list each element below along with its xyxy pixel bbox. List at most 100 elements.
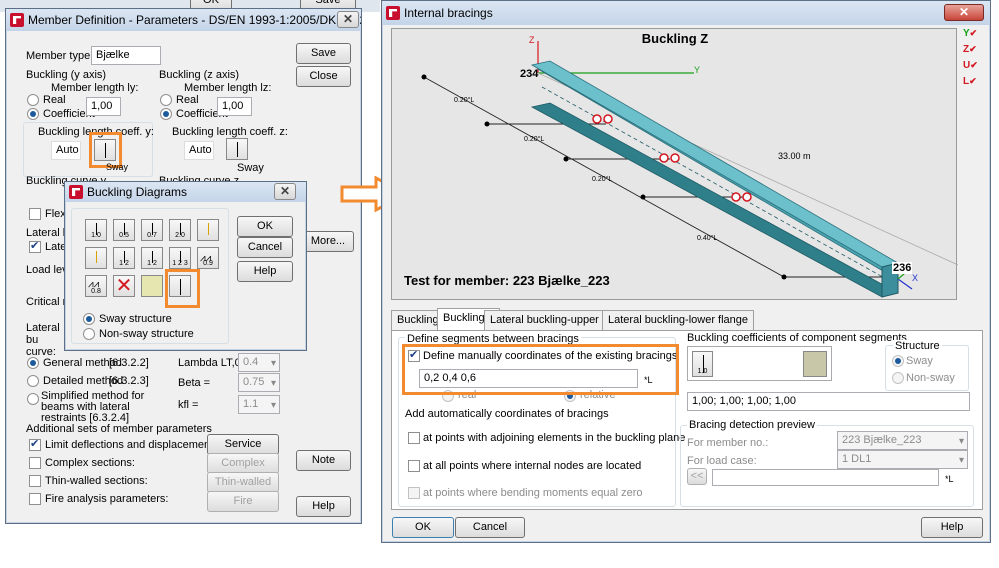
axis-y-label: Y [694,65,701,75]
view-l-icon[interactable]: L✔ [963,76,981,92]
fire-button[interactable]: Fire [207,491,279,512]
diagram-cantilever-icon[interactable] [197,219,219,241]
diagram-2seg-b-icon[interactable]: 1 2 [141,247,163,269]
beam-drawing [421,41,958,298]
auto-moment-zero-checkbox[interactable] [408,487,420,499]
close-icon[interactable]: ✕ [337,11,359,28]
tab-strip: Buckling Y Buckling Z Lateral buckling-u… [391,308,983,330]
detailed-method-radio[interactable] [27,375,39,387]
node-dot-5 [781,274,787,280]
real-z-label: Real [176,94,199,106]
help-button[interactable]: Help [296,496,351,517]
bracings-ok-button[interactable]: OK [392,517,454,538]
buckling-diagrams-titlebar: Buckling Diagrams [65,182,306,202]
view-z-icon[interactable]: Z✔ [963,44,981,60]
bracings-cancel-button[interactable]: Cancel [455,517,525,538]
preview-field[interactable] [712,469,939,486]
coeff-bracing-icon[interactable] [803,351,827,377]
service-button[interactable]: Service [207,434,279,455]
lambda-combo[interactable]: 0.4 [238,353,280,372]
member-length-z-label: Member length lz: [184,82,272,94]
diagram-bracing-icon[interactable] [141,275,163,297]
diagrams-help-button[interactable]: Help [237,261,293,282]
view-y-icon[interactable]: Y✔ [963,28,981,44]
sway-z-label: Sway [237,162,264,174]
note-button[interactable]: Note [296,450,351,471]
save-button[interactable]: Save [296,43,351,64]
view-u-icon[interactable]: U✔ [963,60,981,76]
beta-label: Beta = [178,377,211,389]
diagram-2seg-icon[interactable]: 1 2 [113,247,135,269]
beta-combo[interactable]: 0.75 [238,373,280,392]
tab-lateral-lower[interactable]: Lateral buckling-lower flange [602,310,755,330]
buckling-diagrams-title: Buckling Diagrams [87,185,188,199]
diagram-0-7-icon[interactable]: 0.7 [141,219,163,241]
buckling-z-title: Buckling (z axis) [159,69,240,81]
structure-title: Structure [893,340,942,352]
diagrams-cancel-button[interactable]: Cancel [237,237,293,258]
diagrams-ok-button[interactable]: OK [237,216,293,237]
node-dot-2 [484,121,490,127]
blc-z-auto-field[interactable]: Auto [184,141,214,160]
bracings-help-button[interactable]: Help [921,517,983,538]
auto-adjoining-checkbox[interactable] [408,432,420,444]
complex-sections-checkbox[interactable] [29,457,41,469]
non-sway-structure-label: Non-sway structure [99,328,194,340]
complex-button[interactable]: Complex [207,453,279,474]
highlight-user-diagram [165,269,200,308]
diagram-free-icon[interactable] [85,247,107,269]
coeff-z-field[interactable]: 1,00 [217,97,252,116]
seg-label-1: 0.20°L [454,97,475,104]
auto-internal-nodes-checkbox[interactable] [408,460,420,472]
seg-label-3: 0.20°L [592,176,613,183]
diagram-wave-0-8-icon[interactable]: 0.8 ⩘⩘ [85,275,107,297]
unit-l2-label: *L [945,474,954,484]
diagram-0-5-icon[interactable]: 0.5 [113,219,135,241]
blc-y-auto-field[interactable]: Auto [51,141,81,160]
diagram-2-0-icon[interactable]: 2.0 [169,219,191,241]
real-y-label: Real [43,94,66,106]
close-button[interactable]: Close [296,66,351,87]
sway-structure-radio[interactable] [83,313,95,325]
real-z-radio[interactable] [160,94,172,106]
length-label: 33.00 m [778,151,811,161]
general-method-radio[interactable] [27,357,39,369]
simplified-method-radio[interactable] [27,393,39,405]
non-sway-structure-radio[interactable] [83,328,95,340]
limit-deflections-checkbox[interactable] [29,437,41,451]
thin-walled-button[interactable]: Thin-walled [207,472,279,493]
close-icon[interactable]: ✕ [274,183,296,200]
diagram-none-icon[interactable]: ✕ [113,275,135,297]
diagram-3seg-icon[interactable]: 1 2 3 [169,247,191,269]
buckling-diagram-z-icon[interactable] [226,138,248,160]
detection-title: Bracing detection preview [687,419,817,431]
auto-internal-nodes-label: at all points where internal nodes are l… [423,460,642,472]
real-y-radio[interactable] [27,94,39,106]
prev-button[interactable]: << [687,468,707,485]
highlight-coordinates [402,344,679,395]
fire-analysis-label: Fire analysis parameters: [45,493,169,505]
coeff-segment-icon[interactable]: 1.0 [692,351,713,377]
coefficient-z-radio[interactable] [160,108,172,120]
diagram-1-0-icon[interactable]: 1.0 [85,219,107,241]
diagram-wave-icon[interactable]: 0.9 ⩘⩘ [197,247,219,269]
structure-non-sway-radio[interactable] [892,372,904,384]
fire-analysis-checkbox[interactable] [29,493,41,505]
coeff-values-field[interactable]: 1,00; 1,00; 1,00; 1,00 [687,392,970,411]
thin-walled-checkbox[interactable] [29,475,41,487]
member-type-field[interactable]: Bjælke [91,46,161,65]
flexural-checkbox[interactable] [29,208,41,220]
member-definition-title: Member Definition - Parameters - DS/EN 1… [28,13,361,27]
internal-bracings-window: Internal bracings ✕ Buckling Z Z Y X 234… [381,0,991,543]
kfl-combo[interactable]: 1.1 [238,395,280,414]
close-icon[interactable]: ✕ [944,4,984,21]
lateral-checkbox[interactable] [29,239,41,253]
for-member-combo[interactable]: 223 Bjælke_223 [837,431,968,450]
buckling-length-coeff-z-label: Buckling length coeff. z: [172,126,288,138]
coeff-y-field[interactable]: 1,00 [86,97,121,116]
structure-sway-radio[interactable] [892,355,904,367]
coefficient-y-radio[interactable] [27,108,39,120]
more-button[interactable]: More... [302,231,354,252]
for-load-combo[interactable]: 1 DL1 [837,450,968,469]
member-definition-titlebar: Member Definition - Parameters - DS/EN 1… [6,9,361,31]
